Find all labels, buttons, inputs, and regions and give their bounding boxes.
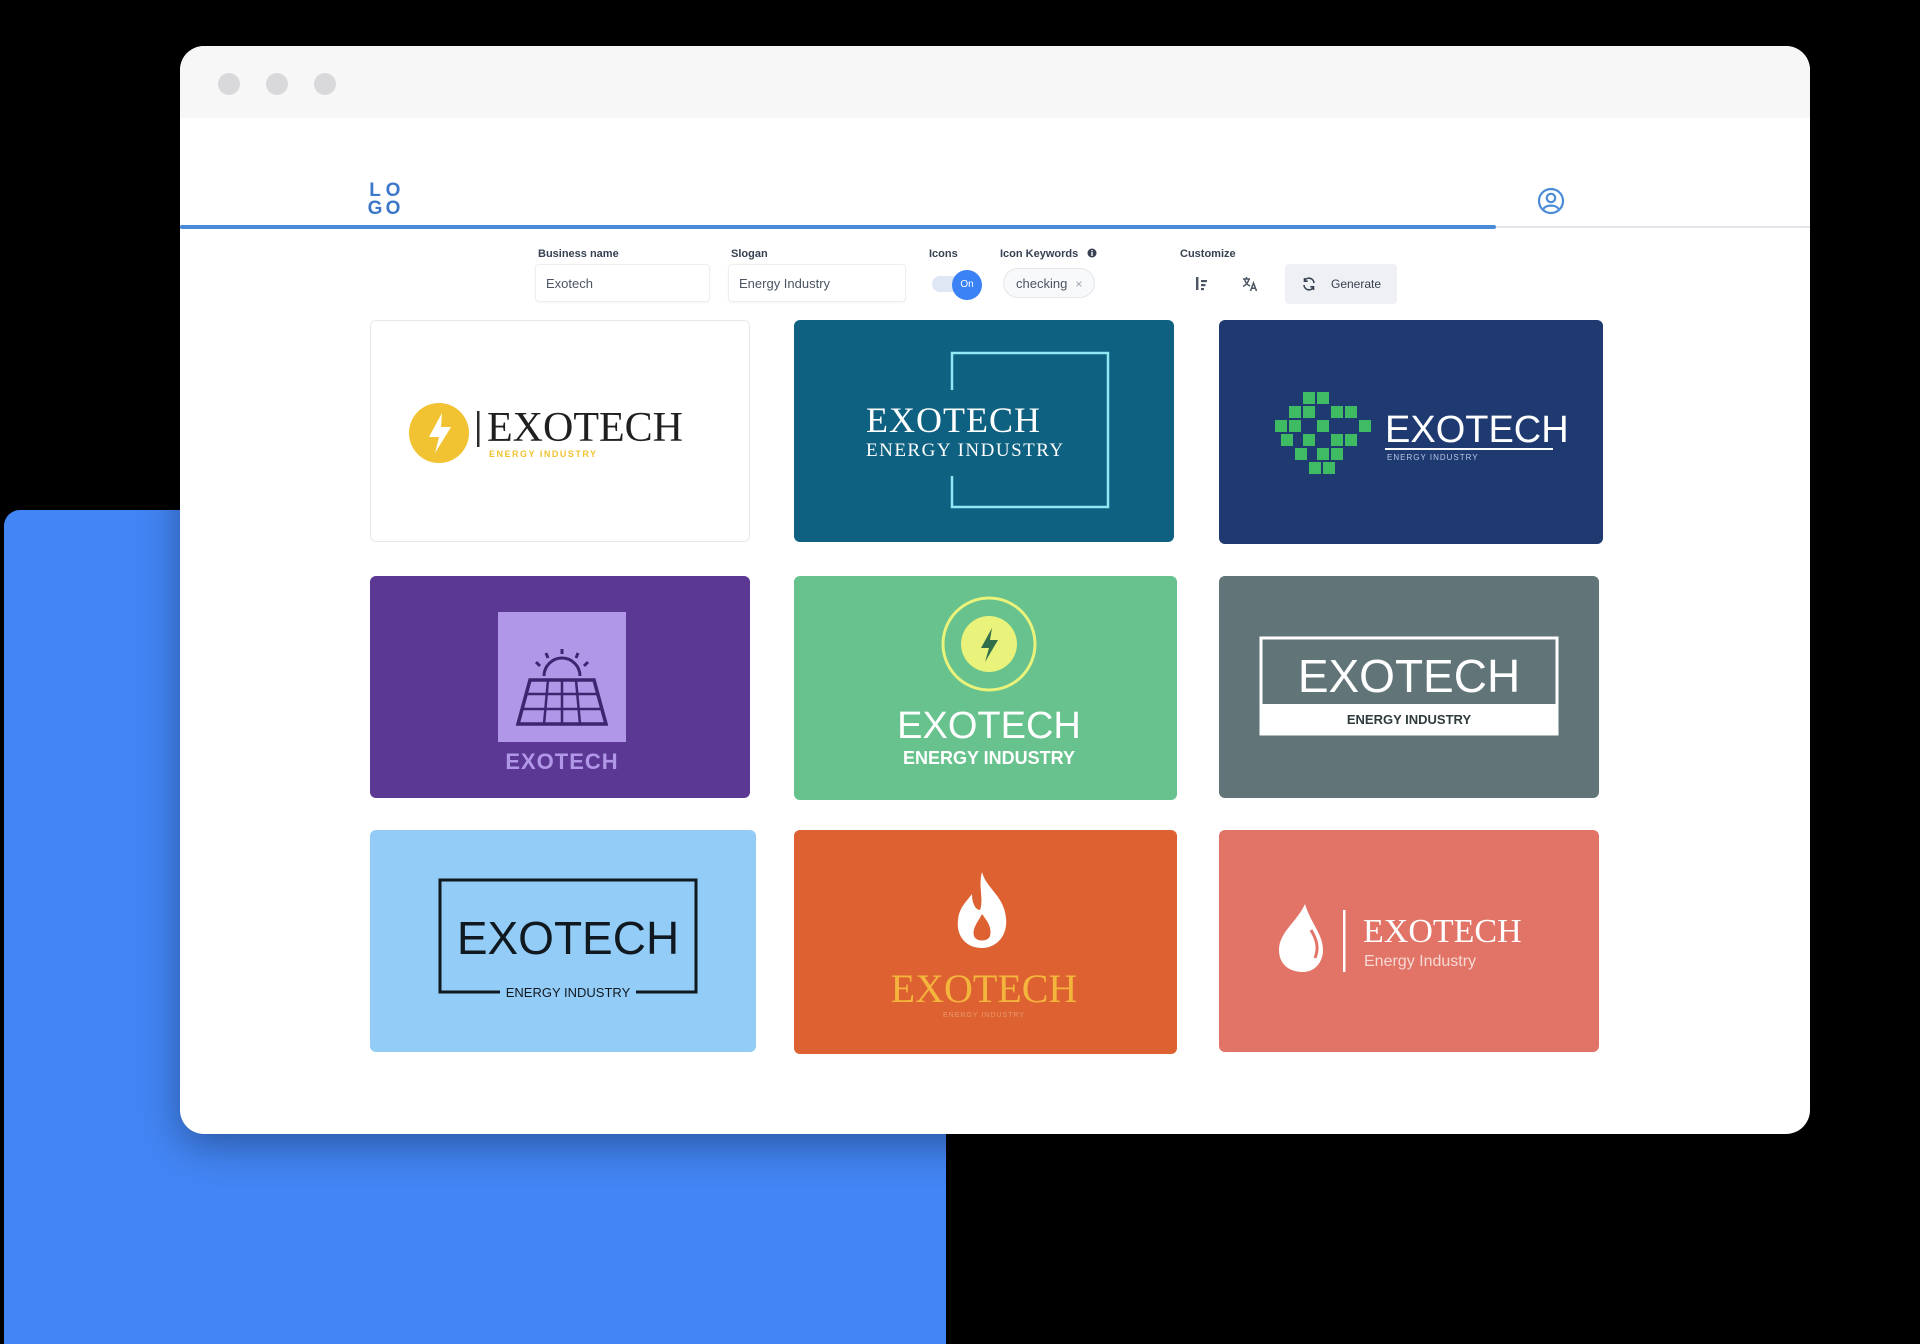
translate-font-icon [1242, 277, 1258, 292]
logo-name: EXOTECH [866, 400, 1041, 440]
customize-layout-button[interactable] [1180, 264, 1224, 304]
logo-preview-4: EXOTECH [370, 576, 750, 798]
logo-preview-6: EXOTECH ENERGY INDUSTRY [1219, 576, 1599, 798]
logo-slogan: Energy Industry [1364, 953, 1476, 970]
logo-name: EXOTECH [505, 749, 618, 774]
icons-label: Icons [929, 248, 958, 260]
business-name-label: Business name [538, 248, 619, 260]
stage: L O G O Business name Exotech Slogan Ene… [0, 0, 1920, 1344]
icons-toggle[interactable]: On [932, 270, 984, 300]
logo-card-2[interactable]: EXOTECH ENERGY INDUSTRY [794, 320, 1174, 542]
window-maximize-dot[interactable] [314, 73, 336, 95]
logo-card-9[interactable]: EXOTECH Energy Industry [1219, 830, 1599, 1052]
app-logo[interactable]: L O G O [366, 181, 402, 219]
logo-card-8[interactable]: EXOTECH ENERGY INDUSTRY [794, 830, 1177, 1054]
app-header: L O G O [180, 118, 1810, 229]
customize-label: Customize [1180, 248, 1236, 260]
keyword-chip[interactable]: checking × [1003, 268, 1096, 298]
logo-slogan: ENERGY INDUSTRY [506, 985, 631, 1000]
logo-preview-2: EXOTECH ENERGY INDUSTRY [794, 320, 1174, 542]
refresh-icon [1303, 277, 1315, 291]
logo-name: EXOTECH [1298, 650, 1520, 702]
logo-name: EXOTECH [1363, 913, 1522, 950]
logo-slogan: ENERGY INDUSTRY [489, 449, 598, 459]
logo-preview-3: EXOTECH ENERGY INDUSTRY [1219, 320, 1603, 544]
user-account-icon[interactable] [1536, 186, 1566, 216]
logo-name: EXOTECH [487, 405, 683, 451]
logo-preview-9: EXOTECH Energy Industry [1219, 830, 1599, 1052]
keyword-chip-text: checking [1016, 276, 1068, 291]
logo-slogan: ENERGY INDUSTRY [1387, 453, 1479, 462]
logo-slogan: ENERGY INDUSTRY [943, 1012, 1025, 1019]
customize-font-button[interactable] [1228, 264, 1272, 304]
business-name-input[interactable]: Exotech [535, 264, 710, 302]
toggle-knob: On [952, 270, 982, 300]
generate-button[interactable]: Generate [1285, 264, 1398, 304]
chip-remove-icon[interactable]: × [1075, 277, 1082, 291]
logo-preview-5: EXOTECH ENERGY INDUSTRY [794, 576, 1177, 800]
logo-preview-8: EXOTECH ENERGY INDUSTRY [794, 830, 1177, 1054]
logo-preview-7: EXOTECH ENERGY INDUSTRY [370, 830, 756, 1052]
logo-card-4[interactable]: EXOTECH [370, 576, 750, 798]
logo-name: EXOTECH [897, 705, 1081, 747]
logo-letter: O [385, 198, 401, 219]
logo-card-3[interactable]: EXOTECH ENERGY INDUSTRY [1219, 320, 1603, 544]
window-titlebar [180, 46, 1810, 118]
window-close-dot[interactable] [218, 73, 240, 95]
icon-keywords-label-text: Icon Keywords [1000, 248, 1079, 260]
logo-letter: G [367, 198, 383, 219]
generator-controls: Business name Exotech Slogan Energy Indu… [180, 228, 1810, 328]
logo-card-7[interactable]: EXOTECH ENERGY INDUSTRY [370, 830, 756, 1052]
logo-slogan: ENERGY INDUSTRY [903, 748, 1075, 768]
icon-keywords-label: Icon Keywords [1000, 248, 1097, 260]
logo-name: EXOTECH [1385, 409, 1569, 451]
browser-window: L O G O Business name Exotech Slogan Ene… [180, 46, 1810, 1134]
logo-preview-1: EXOTECH ENERGY INDUSTRY [371, 321, 749, 541]
generate-button-label: Generate [1331, 277, 1382, 291]
logo-slogan: ENERGY INDUSTRY [866, 440, 1065, 461]
window-minimize-dot[interactable] [266, 73, 288, 95]
logo-card-5[interactable]: EXOTECH ENERGY INDUSTRY [794, 576, 1177, 800]
slogan-input[interactable]: Energy Industry [728, 264, 906, 302]
slogan-label: Slogan [731, 248, 768, 260]
info-icon[interactable] [1087, 248, 1097, 258]
logo-card-1[interactable]: EXOTECH ENERGY INDUSTRY [370, 320, 750, 542]
sort-icon [1196, 277, 1207, 291]
logo-card-6[interactable]: EXOTECH ENERGY INDUSTRY [1219, 576, 1599, 798]
logo-slogan: ENERGY INDUSTRY [1347, 712, 1472, 727]
logo-name: EXOTECH [891, 966, 1078, 1011]
logo-name: EXOTECH [457, 912, 679, 964]
